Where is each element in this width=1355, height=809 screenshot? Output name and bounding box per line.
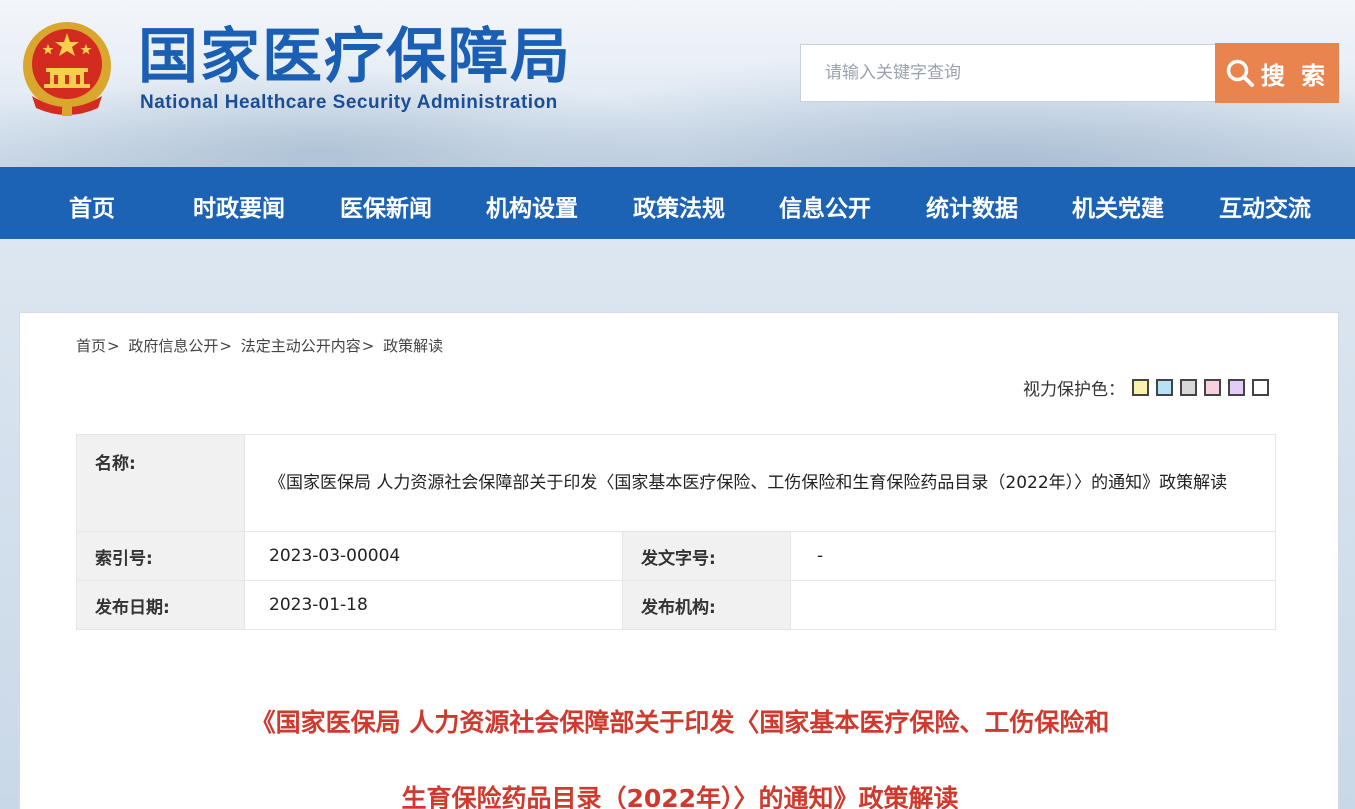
date-value: 2023-01-18 [244,580,623,630]
color-swatch-blue[interactable] [1156,379,1173,396]
index-label: 索引号: [76,531,245,581]
breadcrumb-gov-info[interactable]: 政府信息公开 [128,337,218,355]
eye-protection-colors: 视力保护色： [1023,375,1269,400]
nav-item-statistics[interactable]: 统计数据 [926,189,1018,223]
article-title-line2: 生育保险药品目录（2022年）〉的通知》政策解读 [401,784,959,809]
org-label: 发布机构: [622,580,791,630]
search-icon [1226,59,1254,87]
main-nav: 首页 时政要闻 医保新闻 机构设置 政策法规 信息公开 统计数据 机关党建 互动… [0,167,1355,239]
docno-label: 发文字号: [622,531,791,581]
nav-item-party-building[interactable]: 机关党建 [1072,189,1164,223]
breadcrumb-separator: > [219,337,232,355]
article-title-line1: 《国家医保局 人力资源社会保障部关于印发〈国家基本医疗保险、工伤保险和 [250,708,1110,737]
document-info-table: 名称: 《国家医保局 人力资源社会保障部关于印发〈国家基本医疗保险、工伤保险和生… [76,434,1276,630]
site-header: 国家医疗保障局 National Healthcare Security Adm… [0,0,1355,167]
search-box [800,44,1216,102]
index-value: 2023-03-00004 [244,531,623,581]
search-input[interactable] [801,45,1216,101]
nav-item-info-disclosure[interactable]: 信息公开 [779,189,871,223]
national-emblem-icon [23,22,111,116]
site-title-cn: 国家医疗保障局 [138,22,572,92]
date-label: 发布日期: [76,580,245,630]
org-value [790,580,1276,630]
breadcrumb: 首页> 政府信息公开> 法定主动公开内容> 政策解读 [76,335,443,356]
search-button[interactable]: 搜 索 [1215,43,1339,103]
color-swatch-yellow[interactable] [1132,379,1149,396]
article-title: 《国家医保局 人力资源社会保障部关于印发〈国家基本医疗保险、工伤保险和 生育保险… [20,685,1340,809]
nav-item-interaction[interactable]: 互动交流 [1219,189,1311,223]
breadcrumb-home[interactable]: 首页 [76,337,106,355]
color-swatch-white[interactable] [1252,379,1269,396]
nav-item-home[interactable]: 首页 [69,189,115,223]
breadcrumb-separator: > [361,337,375,355]
site-title-en: National Healthcare Security Administrat… [140,92,558,113]
docno-value: - [790,531,1276,581]
breadcrumb-policy-interpretation[interactable]: 政策解读 [383,337,443,355]
breadcrumb-separator: > [107,337,120,355]
nav-item-organization[interactable]: 机构设置 [486,189,578,223]
name-value: 《国家医保局 人力资源社会保障部关于印发〈国家基本医疗保险、工伤保险和生育保险药… [244,434,1276,532]
search-button-label: 搜 索 [1260,61,1330,90]
name-label: 名称: [76,434,245,532]
nav-item-healthcare-news[interactable]: 医保新闻 [340,189,432,223]
eye-protection-label: 视力保护色： [1023,380,1125,400]
color-swatch-purple[interactable] [1228,379,1245,396]
content-panel: 首页> 政府信息公开> 法定主动公开内容> 政策解读 视力保护色： 名称: 《国… [19,312,1339,809]
nav-item-politics-news[interactable]: 时政要闻 [193,189,285,223]
breadcrumb-statutory-content[interactable]: 法定主动公开内容 [241,337,361,355]
color-swatch-gray[interactable] [1180,379,1197,396]
nav-item-policies[interactable]: 政策法规 [633,189,725,223]
color-swatch-pink[interactable] [1204,379,1221,396]
